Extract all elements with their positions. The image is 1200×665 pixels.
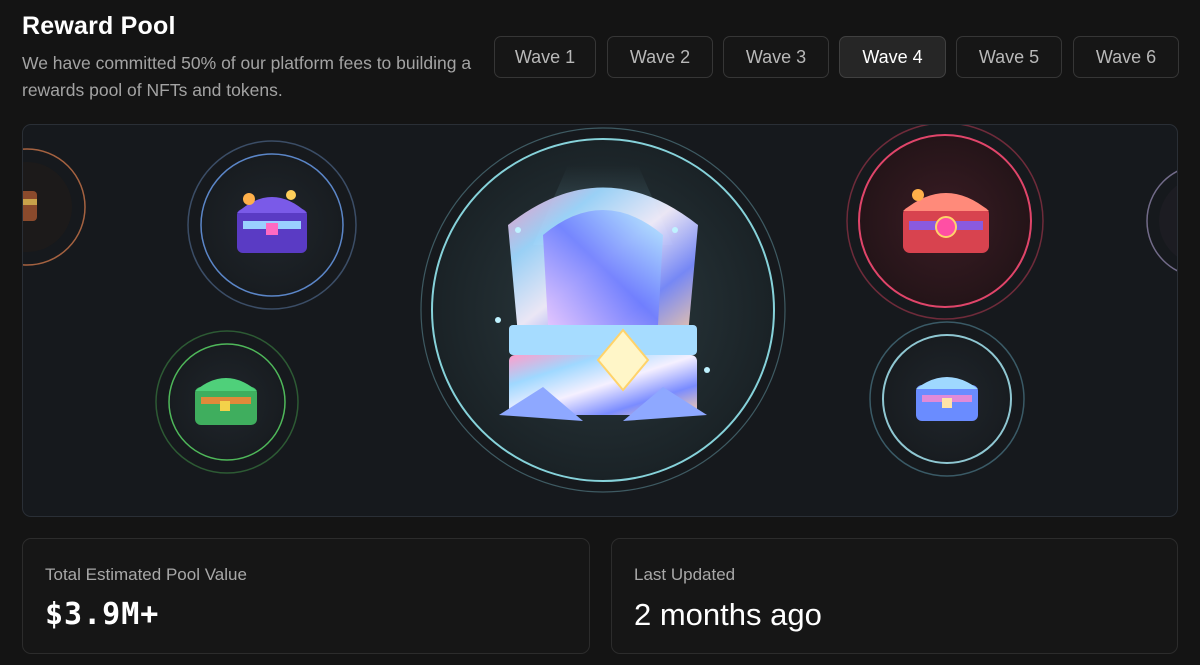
chest-holographic-item[interactable] — [420, 127, 786, 493]
chest-blue-item[interactable] — [869, 321, 1025, 477]
pool-value-card: Total Estimated Pool Value $3.9M+ — [22, 538, 590, 654]
reward-pool-page: Reward Pool We have committed 50% of our… — [0, 0, 1200, 665]
tab-wave-6[interactable]: Wave 6 — [1073, 36, 1179, 78]
carousel-graphic — [23, 125, 1178, 493]
last-updated-label: Last Updated — [634, 565, 736, 584]
chest-red-item[interactable] — [846, 125, 1044, 320]
chest-purple-item[interactable] — [187, 140, 357, 310]
pool-value-label: Total Estimated Pool Value — [45, 565, 247, 584]
chest-carousel[interactable] — [22, 124, 1178, 517]
tab-wave-5[interactable]: Wave 5 — [956, 36, 1062, 78]
last-updated-card: Last Updated 2 months ago — [611, 538, 1178, 654]
page-title: Reward Pool — [22, 12, 176, 40]
chest-lavender-item[interactable] — [1146, 165, 1178, 277]
pool-value: $3.9M+ — [45, 597, 160, 632]
page-subtitle: We have committed 50% of our platform fe… — [22, 53, 472, 100]
tab-wave-3[interactable]: Wave 3 — [723, 36, 829, 78]
tab-wave-2[interactable]: Wave 2 — [607, 36, 713, 78]
chest-orange-item[interactable] — [23, 148, 86, 266]
tab-wave-1[interactable]: Wave 1 — [494, 36, 596, 78]
chest-green-item[interactable] — [155, 330, 299, 474]
last-updated-value: 2 months ago — [634, 597, 822, 632]
tab-wave-4[interactable]: Wave 4 — [839, 36, 946, 78]
